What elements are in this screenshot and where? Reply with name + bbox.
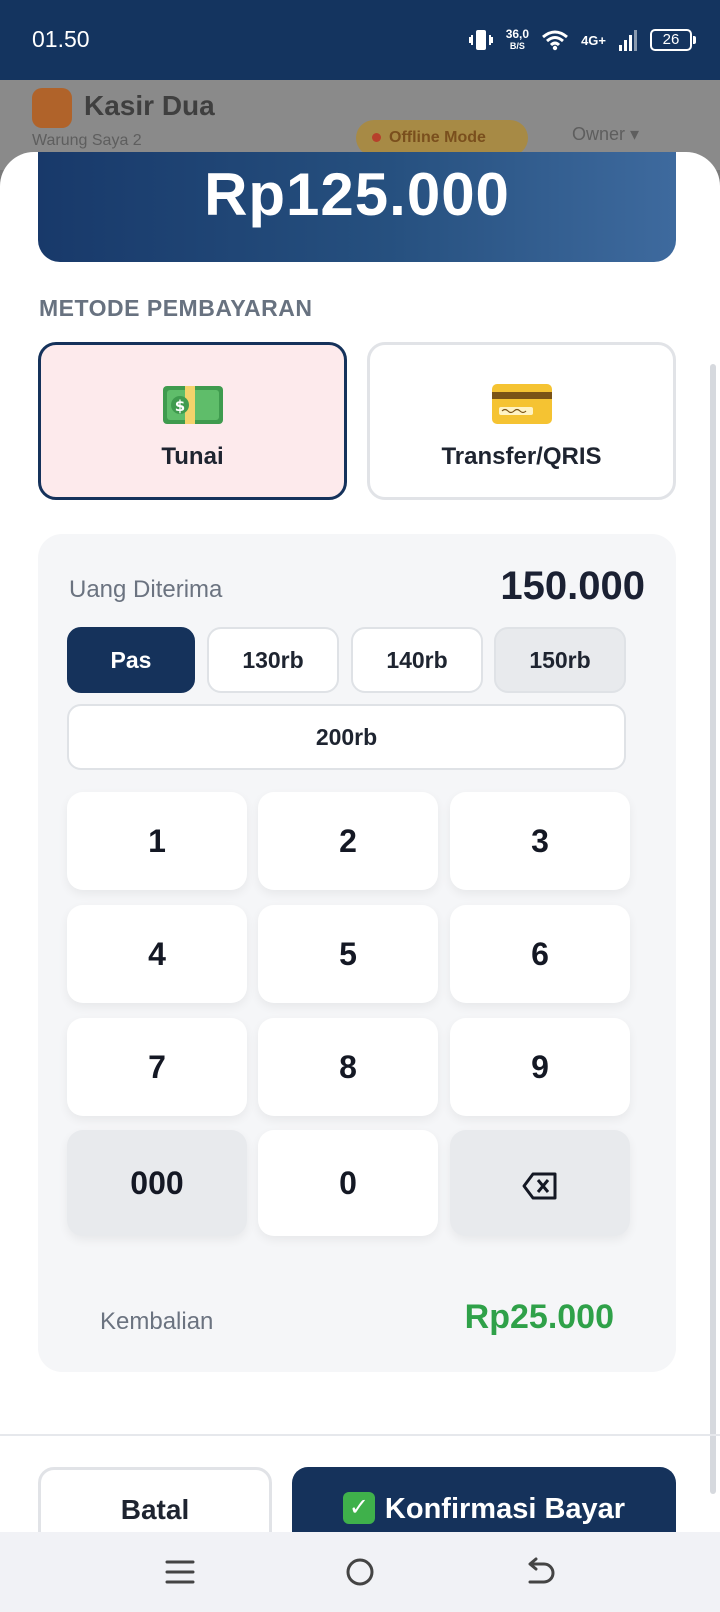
battery-icon: 26 [650,29,696,51]
quick-amount-exact[interactable]: Pas [67,627,195,693]
confirm-payment-button[interactable]: ✓ Konfirmasi Bayar [292,1467,676,1532]
user-menu: Owner ▾ [572,124,640,144]
quick-amount-200[interactable]: 200rb [67,704,626,770]
change-label: Kembalian [100,1308,214,1335]
key-6[interactable]: 6 [450,905,630,1003]
key-backspace[interactable] [450,1130,630,1236]
system-nav-bar [0,1532,720,1612]
status-icons: 36,0 B/S 4G+ 26 [468,22,696,58]
method-cash-label: Tunai [161,443,224,470]
key-4[interactable]: 4 [67,905,247,1003]
key-7[interactable]: 7 [67,1018,247,1116]
clock: 01.50 [32,26,90,52]
change-amount: Rp25.000 [464,1298,614,1336]
cancel-button[interactable]: Batal [38,1467,272,1532]
key-8[interactable]: 8 [258,1018,438,1116]
app-title: Kasir Dua [84,90,215,121]
cash-panel: Uang Diterima 150.000 Pas 130rb 140rb 15… [38,534,676,1372]
signal-icon [619,30,637,51]
offline-badge: Offline Mode [356,120,528,156]
quick-amount-140[interactable]: 140rb [351,627,483,693]
quick-amount-150[interactable]: 150rb [494,627,626,693]
scrollbar[interactable] [710,364,716,1494]
footer-divider [0,1434,720,1436]
wifi-icon [542,30,569,51]
banknote-icon: $ [162,386,223,424]
received-amount: 150.000 [500,564,645,608]
total-amount: Rp125.000 [204,161,510,228]
key-2[interactable]: 2 [258,792,438,890]
key-0[interactable]: 0 [258,1130,438,1236]
confirm-payment-label: Konfirmasi Bayar [384,1493,626,1525]
status-bar: 01.50 36,0 B/S 4G+ 26 [0,0,720,80]
total-card: Rp125.000 [38,152,676,262]
vibrate-icon [468,30,493,50]
quick-amount-130[interactable]: 130rb [207,627,339,693]
payment-method-label: METODE PEMBAYARAN [39,295,313,321]
app-logo [32,88,72,128]
back-icon[interactable] [518,1550,562,1594]
key-9[interactable]: 9 [450,1018,630,1116]
home-icon[interactable] [338,1550,382,1594]
network-type: 4G+ [581,32,606,48]
key-1[interactable]: 1 [67,792,247,890]
network-speed: 36,0 B/S [505,27,530,51]
credit-card-icon [491,384,552,424]
backspace-icon [522,1172,557,1200]
check-icon: ✓ [342,1492,375,1524]
svg-text:$: $ [174,397,184,415]
key-000[interactable]: 000 [67,1130,247,1236]
payment-sheet: Rp125.000 METODE PEMBAYARAN $ Tunai Tran… [0,152,720,1532]
method-transfer-button[interactable]: Transfer/QRIS [367,342,676,500]
received-label: Uang Diterima [69,576,223,603]
method-transfer-label: Transfer/QRIS [441,443,602,470]
key-5[interactable]: 5 [258,905,438,1003]
method-cash-button[interactable]: $ Tunai [38,342,347,500]
menu-icon[interactable] [158,1550,202,1594]
app-subtitle: Warung Saya 2 [32,132,142,149]
key-3[interactable]: 3 [450,792,630,890]
